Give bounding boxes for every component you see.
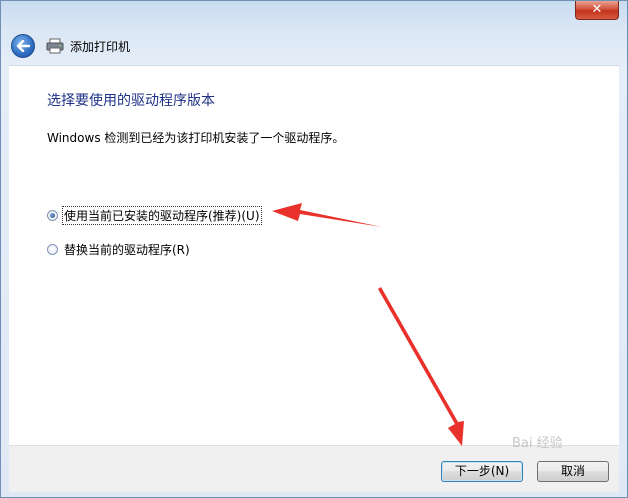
button-bar: 下一步(N) 取消 xyxy=(9,445,619,492)
close-button[interactable]: ✕ xyxy=(575,1,619,20)
option-use-current[interactable]: 使用当前已安装的驱动程序(推荐)(U) xyxy=(47,206,262,225)
window-title: 添加打印机 xyxy=(70,39,131,54)
radio-button[interactable] xyxy=(47,244,58,255)
back-button[interactable] xyxy=(11,34,35,58)
option-use-current-label[interactable]: 使用当前已安装的驱动程序(推荐)(U) xyxy=(62,206,262,225)
radio-button-checked[interactable] xyxy=(47,210,58,221)
printer-icon xyxy=(46,38,64,54)
navigation-bar: 添加打印机 xyxy=(9,31,619,61)
next-button[interactable]: 下一步(N) xyxy=(441,461,523,482)
dialog-window: ✕ 添加打印机 选择要使用的驱动程序版本 Windows 检测到已经为该打印机安… xyxy=(0,0,628,498)
back-arrow-icon xyxy=(16,40,30,52)
watermark-logo: Bai 经验 xyxy=(512,436,563,451)
cancel-button[interactable]: 取消 xyxy=(537,461,609,482)
close-icon: ✕ xyxy=(591,2,603,17)
option-replace-label[interactable]: 替换当前的驱动程序(R) xyxy=(63,241,191,258)
page-heading: 选择要使用的驱动程序版本 xyxy=(47,93,215,109)
option-replace[interactable]: 替换当前的驱动程序(R) xyxy=(47,241,191,258)
wizard-content: 选择要使用的驱动程序版本 Windows 检测到已经为该打印机安装了一个驱动程序… xyxy=(9,65,619,446)
page-description: Windows 检测到已经为该打印机安装了一个驱动程序。 xyxy=(47,131,345,145)
